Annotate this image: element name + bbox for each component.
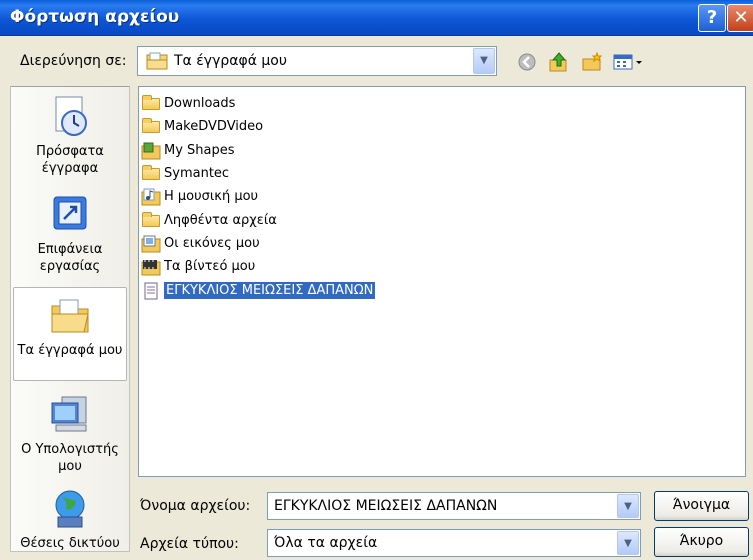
list-item[interactable]: Symantec [141,163,229,183]
look-in-value: Τα έγγραφά μου [174,53,287,69]
place-my-documents[interactable]: Τα έγγραφά μου [13,287,127,381]
folder-icon [141,118,161,134]
list-item[interactable]: Downloads [141,93,235,113]
recent-documents-icon [55,96,87,136]
music-folder-icon [141,188,161,206]
filetype-select[interactable]: Όλα τα αρχεία ▼ [267,529,641,557]
shapes-folder-icon [141,142,161,160]
list-item-selected[interactable]: ΕΓΚΥΚΛΙΟΣ ΜΕΙΩΣΕΙΣ ΔΑΠΑΝΩΝ [141,280,376,300]
place-label: Ο Υπολογιστής μου [21,442,119,474]
views-menu-icon[interactable] [612,52,646,72]
my-computer-icon [51,396,87,432]
place-desktop[interactable]: Επιφάνεια εργασίας [13,193,127,275]
list-item[interactable]: Ληφθέντα αρχεία [141,210,277,230]
list-item[interactable]: Τα βίντεό μου [141,256,255,276]
open-button[interactable]: Άνοιγμα [654,491,749,521]
list-item[interactable]: MakeDVDVideo [141,116,263,136]
video-folder-icon [141,258,161,276]
new-folder-icon[interactable] [581,51,603,72]
place-recent-documents[interactable]: Πρόσφατα έγγραφα [13,95,127,177]
filename-label: Όνομα αρχείου: [140,498,251,514]
folder-icon [141,212,161,228]
title-bar: Φόρτωση αρχείου ? ✕ [0,0,753,36]
desktop-icon [53,196,87,230]
up-folder-icon[interactable] [548,52,570,72]
close-button[interactable]: ✕ [727,4,753,32]
list-item[interactable]: My Shapes [141,140,235,160]
place-my-computer[interactable]: Ο Υπολογιστής μου [13,393,127,475]
list-item[interactable]: Οι εικόνες μου [141,233,260,253]
place-label: Πρόσφατα έγγραφα [36,144,104,176]
place-label: Τα έγγραφά μου [17,343,123,358]
chevron-down-icon[interactable]: ▼ [617,531,639,555]
place-label: Θέσεις δικτύου [20,536,120,551]
folder-icon [141,165,161,181]
filetype-value: Όλα τα αρχεία [274,535,378,551]
look-in-combo[interactable]: Τα έγγραφά μου ▼ [137,46,497,76]
back-icon[interactable] [516,52,538,72]
my-documents-icon [146,52,168,70]
network-places-icon [55,490,85,528]
cancel-button[interactable]: Άκυρο [654,527,749,557]
filetype-label: Αρχεία τύπου: [140,536,239,552]
place-label: Επιφάνεια εργασίας [37,242,103,274]
document-icon [141,282,161,300]
list-item[interactable]: Η μουσική μου [141,186,258,206]
filename-field[interactable]: ΕΓΚΥΚΛΙΟΣ ΜΕΙΩΣΕΙΣ ΔΑΠΑΝΩΝ ▼ [267,492,641,520]
filename-value: ΕΓΚΥΚΛΙΟΣ ΜΕΙΩΣΕΙΣ ΔΑΠΑΝΩΝ [274,498,498,514]
file-list[interactable]: Downloads MakeDVDVideo My Shapes Symante… [138,86,746,477]
look-in-label: Διερεύνηση σε: [20,53,127,69]
chevron-down-icon[interactable]: ▼ [617,494,639,518]
folder-icon [141,95,161,111]
help-button[interactable]: ? [698,4,726,32]
window-title: Φόρτωση αρχείου [10,7,180,27]
place-network[interactable]: Θέσεις δικτύου [13,487,127,552]
my-documents-icon [51,299,89,333]
chevron-down-icon[interactable]: ▼ [473,48,495,74]
places-bar: Πρόσφατα έγγραφα Επιφάνεια εργασίας Τα έ… [10,86,130,552]
pictures-folder-icon [141,235,161,253]
